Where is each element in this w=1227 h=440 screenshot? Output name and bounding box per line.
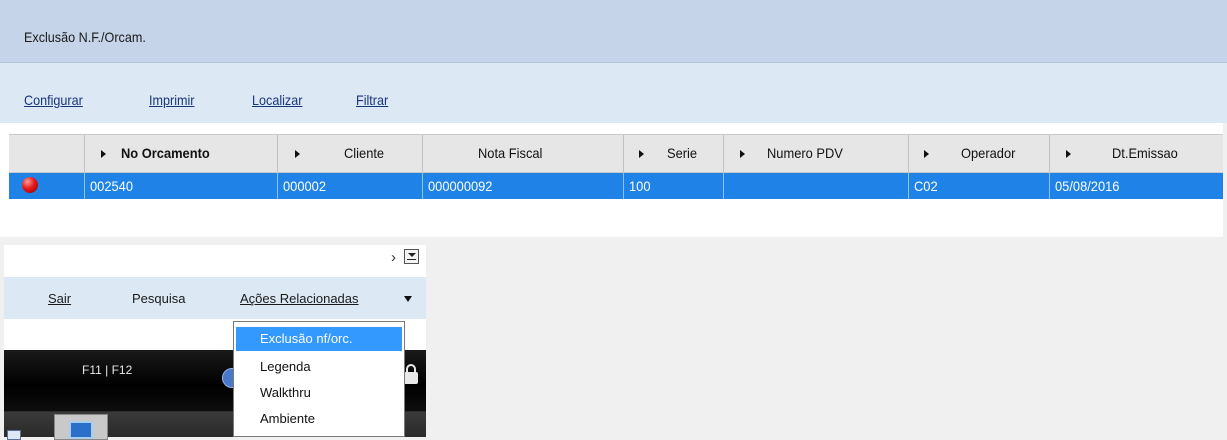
filtrar-link[interactable]: Filtrar (356, 92, 388, 108)
cell-dt-emissao[interactable]: 05/08/2016 (1050, 173, 1223, 199)
dropdown-arrow-icon[interactable] (404, 296, 412, 302)
table-row[interactable]: 002540 000002 000000092 100 C02 05/08/20… (9, 173, 1223, 199)
menu-item-ambiente[interactable]: Ambiente (236, 407, 402, 431)
menu-item-legenda[interactable]: Legenda (236, 355, 402, 379)
cell-value: 05/08/2016 (1055, 178, 1120, 194)
related-actions-menu: Exclusão nf/orc. Legenda Walkthru Ambien… (233, 321, 405, 437)
menu-item-label: Exclusão nf/orc. (260, 331, 353, 346)
cell-value: 100 (629, 178, 651, 194)
grid-header: No Orcamento Cliente Nota Fiscal Serie N… (9, 134, 1223, 173)
data-grid: No Orcamento Cliente Nota Fiscal Serie N… (9, 134, 1223, 199)
imprimir-link[interactable]: Imprimir (149, 92, 194, 108)
status-column-header[interactable] (9, 135, 85, 172)
taskbar-app-tile[interactable] (54, 414, 108, 440)
column-header-dt-emissao[interactable]: Dt.Emissao (1050, 135, 1223, 172)
acoes-relacionadas-button[interactable]: Ações Relacionadas (240, 291, 359, 306)
sort-arrow-icon (740, 150, 745, 158)
column-header-label: Dt.Emissao (1112, 145, 1178, 161)
cell-value: 000002 (283, 178, 326, 194)
cell-operador[interactable]: C02 (909, 173, 1050, 199)
main-window: Exclusão N.F./Orcam. Configurar Imprimir… (0, 0, 1227, 237)
menu-item-exclusao[interactable]: Exclusão nf/orc. (236, 327, 402, 351)
cell-serie[interactable]: 100 (624, 173, 724, 199)
cell-value: 002540 (90, 178, 133, 194)
column-header-numero-pdv[interactable]: Numero PDV (724, 135, 909, 172)
column-header-serie[interactable]: Serie (624, 135, 724, 172)
sort-arrow-icon (295, 150, 300, 158)
menu-item-label: Walkthru (260, 385, 311, 400)
window-icon[interactable] (7, 430, 21, 440)
column-header-nota-fiscal[interactable]: Nota Fiscal (423, 135, 624, 172)
action-bar: Sair Pesquisa Ações Relacionadas (4, 277, 426, 319)
sort-arrow-icon (1066, 150, 1071, 158)
menu-item-label: Legenda (260, 359, 311, 374)
cell-numero-pdv[interactable] (724, 173, 909, 199)
toolbar: Configurar Imprimir Localizar Filtrar (0, 63, 1227, 123)
cell-no-orcamento[interactable]: 002540 (85, 173, 278, 199)
pesquisa-button[interactable]: Pesquisa (132, 291, 185, 306)
column-header-label: Nota Fiscal (478, 145, 543, 161)
localizar-link[interactable]: Localizar (252, 92, 302, 108)
sair-label: Sair (48, 291, 72, 306)
column-header-cliente[interactable]: Cliente (278, 135, 423, 172)
column-header-label: No Orcamento (121, 145, 210, 161)
chevron-right-icon[interactable]: › (391, 249, 396, 266)
cell-value: C02 (914, 178, 938, 194)
acoes-relacionadas-label: Ações Relacionadas (240, 291, 359, 306)
lock-icon[interactable] (404, 364, 418, 384)
column-header-label: Cliente (344, 145, 385, 161)
cell-value: 000000092 (428, 178, 493, 194)
column-header-label: Serie (667, 145, 698, 161)
column-header-label: Numero PDV (767, 145, 843, 161)
status-cell[interactable] (9, 173, 85, 199)
cell-nota-fiscal[interactable]: 000000092 (423, 173, 624, 199)
red-status-icon (22, 177, 38, 193)
title-bar: Exclusão N.F./Orcam. (0, 0, 1227, 63)
window-title: Exclusão N.F./Orcam. (24, 29, 146, 45)
sort-arrow-icon (639, 150, 644, 158)
column-header-no-orcamento[interactable]: No Orcamento (85, 135, 278, 172)
cell-cliente[interactable]: 000002 (278, 173, 423, 199)
column-header-label: Operador (961, 145, 1016, 161)
sort-arrow-icon (101, 150, 106, 158)
function-keys-label: F11 | F12 (82, 363, 133, 377)
monitor-icon (69, 421, 93, 439)
panel-header: › (4, 245, 426, 277)
configurar-link[interactable]: Configurar (24, 92, 83, 108)
column-header-operador[interactable]: Operador (909, 135, 1050, 172)
sair-button[interactable]: Sair (48, 291, 71, 306)
sort-arrow-icon (924, 150, 929, 158)
collapse-icon[interactable] (404, 249, 419, 264)
menu-item-walkthru[interactable]: Walkthru (236, 381, 402, 405)
menu-item-label: Ambiente (260, 411, 315, 426)
